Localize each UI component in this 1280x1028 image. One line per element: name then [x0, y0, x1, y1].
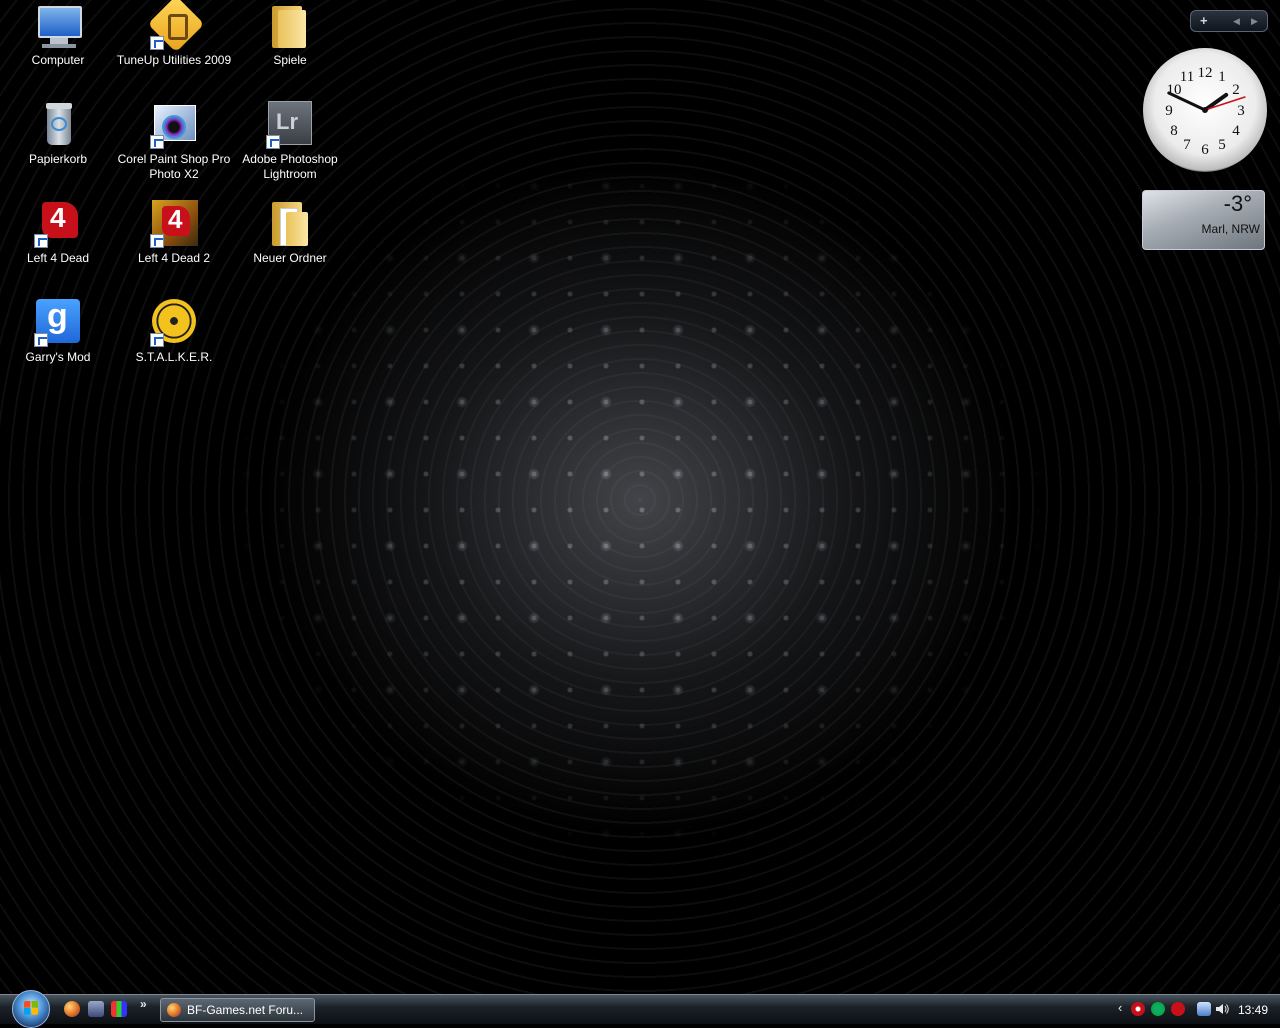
svg-text:1: 1: [1218, 69, 1226, 85]
taskbar: » BF-Games.net Foru... ‹ 13:49: [0, 990, 1280, 1028]
windows-logo-icon: [24, 1001, 38, 1015]
media-player-quicklaunch-icon[interactable]: [88, 1001, 104, 1017]
desktop-icon-label: Computer: [31, 53, 85, 67]
desktop-background: Computer TuneUp Utilities 2009 Spiele Pa…: [0, 0, 1280, 994]
security-tray-icon[interactable]: [1131, 1002, 1145, 1016]
lightroom-badge: Lr: [276, 109, 298, 134]
desktop-icon-stalker[interactable]: S.T.A.L.K.E.R.: [116, 299, 232, 365]
firefox-icon: [167, 1003, 181, 1017]
desktop-icon-label: TuneUp Utilities 2009: [116, 53, 232, 67]
recycle-bin-icon: [34, 101, 82, 149]
shortcut-arrow-icon: [34, 333, 48, 347]
svg-text:9: 9: [1165, 103, 1173, 119]
left4dead-icon: 4: [34, 200, 82, 248]
taskbar-window-button[interactable]: BF-Games.net Foru...: [160, 998, 315, 1022]
desktop-icon-label: Spiele: [273, 53, 307, 67]
desktop-icon-lightroom[interactable]: Lr Adobe Photoshop Lightroom: [232, 101, 348, 182]
next-gadgets-button[interactable]: ▶: [1251, 13, 1258, 29]
folder-icon: [266, 200, 314, 248]
gadget-sidebar-controls: + ◀ ▶: [1190, 10, 1268, 32]
desktop-icon-tuneup[interactable]: TuneUp Utilities 2009: [116, 0, 232, 68]
l4d-badge: 4: [50, 202, 66, 233]
svg-text:6: 6: [1201, 142, 1209, 158]
desktop-icon-label: S.T.A.L.K.E.R.: [135, 350, 213, 364]
firefox-quicklaunch-icon[interactable]: [64, 1001, 80, 1017]
shortcut-arrow-icon: [150, 333, 164, 347]
show-hidden-icons-button[interactable]: ‹: [1118, 1000, 1122, 1015]
clock-numeral: 12: [1198, 65, 1213, 81]
antivirus-tray-icon[interactable]: [1171, 1002, 1185, 1016]
desktop-icon-neuer-ordner[interactable]: Neuer Ordner: [232, 200, 348, 266]
left4dead2-icon: 4: [150, 200, 198, 248]
shortcut-arrow-icon: [266, 135, 280, 149]
gmod-badge: g: [47, 297, 68, 335]
desktop-icon-spiele[interactable]: Spiele: [232, 2, 348, 68]
computer-icon: [34, 2, 82, 50]
clock-gadget[interactable]: 12 1 2 3 4 5 6 7 8 9 10 11: [1143, 48, 1267, 172]
weather-location: Marl, NRW: [1201, 222, 1260, 236]
desktop-icon-papierkorb[interactable]: Papierkorb: [0, 101, 116, 167]
volume-tray-icon[interactable]: [1215, 1002, 1229, 1016]
desktop-icon-label: Corel Paint Shop Pro Photo X2: [117, 152, 231, 181]
network-tray-icon[interactable]: [1197, 1002, 1211, 1016]
svg-text:8: 8: [1170, 123, 1178, 139]
svg-text:3: 3: [1237, 103, 1245, 119]
stalker-icon: [150, 299, 198, 347]
folder-icon: [266, 2, 314, 50]
l4d2-badge: 4: [168, 204, 183, 234]
lightroom-icon: Lr: [266, 101, 314, 149]
desktop-icon-label: Papierkorb: [28, 152, 88, 166]
system-tray: ‹ 13:49: [1115, 995, 1280, 1025]
shortcut-arrow-icon: [150, 36, 164, 50]
svg-text:4: 4: [1232, 123, 1240, 139]
previous-gadgets-button[interactable]: ◀: [1233, 13, 1240, 29]
shortcut-arrow-icon: [150, 135, 164, 149]
svg-text:5: 5: [1218, 137, 1226, 153]
desktop-icon-label: Left 4 Dead: [26, 251, 90, 265]
app-grid-quicklaunch-icon[interactable]: [111, 1001, 127, 1017]
desktop-icon-garrysmod[interactable]: g Garry's Mod: [0, 297, 116, 365]
clock-minute-hand: [1167, 91, 1207, 112]
desktop-icon-label: Left 4 Dead 2: [137, 251, 211, 265]
desktop-icon-corel[interactable]: Corel Paint Shop Pro Photo X2: [116, 101, 232, 182]
desktop-icon-label: Neuer Ordner: [253, 251, 327, 265]
add-gadget-button[interactable]: +: [1200, 13, 1208, 29]
shortcut-arrow-icon: [34, 234, 48, 248]
corel-paintshop-icon: [150, 101, 198, 149]
shortcut-arrow-icon: [150, 234, 164, 248]
garrysmod-icon: g: [34, 297, 82, 347]
floral-wallpaper-pattern: [120, 60, 1160, 940]
svg-text:2: 2: [1232, 82, 1240, 98]
weather-temperature: -3°: [1223, 191, 1252, 216]
weather-gadget[interactable]: -3° Marl, NRW: [1142, 190, 1265, 250]
svg-text:7: 7: [1183, 137, 1191, 153]
clock-hour-hand: [1203, 92, 1229, 112]
desktop-icon-left4dead2[interactable]: 4 Left 4 Dead 2: [116, 200, 232, 266]
start-button[interactable]: [12, 990, 50, 1028]
desktop-icon-label: Adobe Photoshop Lightroom: [242, 152, 338, 181]
taskbar-window-title: BF-Games.net Foru...: [187, 1003, 304, 1017]
desktop-icon-label: Garry's Mod: [25, 350, 91, 364]
svg-text:11: 11: [1180, 69, 1194, 85]
desktop-icon-computer[interactable]: Computer: [0, 2, 116, 68]
desktop-icon-left4dead[interactable]: 4 Left 4 Dead: [0, 200, 116, 266]
quicklaunch-more-button[interactable]: »: [140, 997, 147, 1011]
taskbar-clock[interactable]: 13:49: [1238, 1003, 1268, 1017]
clock-face: 12 1 2 3 4 5 6 7 8 9 10 11: [1165, 65, 1246, 158]
green-status-tray-icon[interactable]: [1151, 1002, 1165, 1016]
tuneup-icon: [147, 0, 205, 53]
